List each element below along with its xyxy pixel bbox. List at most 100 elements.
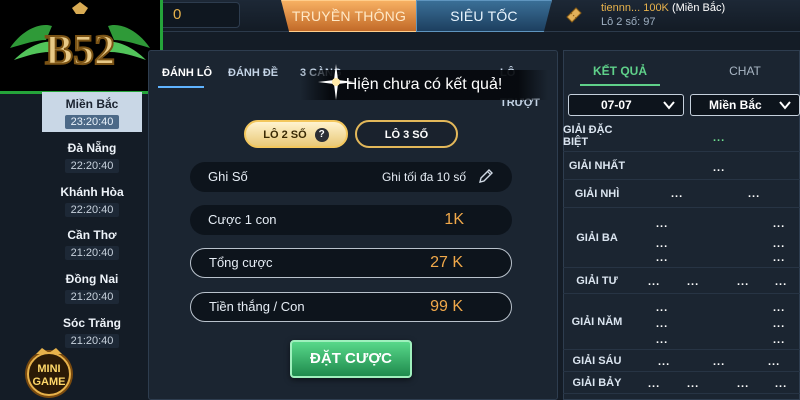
cuoc-label: Cược 1 con <box>208 212 277 227</box>
prize-value: ... <box>713 162 726 174</box>
prize-value: ... <box>713 132 726 144</box>
date-select[interactable]: 07-07 <box>568 94 684 116</box>
prize-label: GIẢI BẢY <box>572 376 622 389</box>
user-line2: Lô 2 số: 97 <box>601 16 656 28</box>
active-tab-indicator <box>158 86 204 88</box>
minigame-button[interactable]: MINI GAME <box>14 344 84 400</box>
prize-value: ... <box>648 378 661 390</box>
prize-value: ... <box>656 318 669 330</box>
province-name: Cần Thơ <box>67 228 117 242</box>
prize-value: ... <box>687 276 700 288</box>
cuoc-value: 1K <box>444 211 464 228</box>
prize-row: GIẢI NHẤT... <box>563 152 800 180</box>
prize-value: ... <box>687 378 700 390</box>
minigame-line1: MINI <box>37 363 60 375</box>
total-bet-field: Tổng cược 27 K <box>190 248 512 278</box>
province-item-dong-nai[interactable]: Đồng Nai 21:20:40 <box>42 267 142 307</box>
prize-row: GIẢI BẢY............ <box>563 372 800 394</box>
province-list: Miền Bắc 23:20:40 Đà Nẵng 22:20:40 Khánh… <box>42 92 142 348</box>
results-table: GIẢI ĐẶC BIỆT... GIẢI NHẤT... GIẢI NHÌ....… <box>563 120 800 400</box>
tab-ket-qua[interactable]: KẾT QUẢ <box>580 58 660 84</box>
date-value: 07-07 <box>601 98 632 112</box>
tab-truyen-thong[interactable]: TRUYỀN THÔNG <box>281 0 417 32</box>
prize-value: ... <box>648 276 661 288</box>
province-time: 23:20:40 <box>64 115 120 129</box>
user-amount: 100K <box>643 2 669 14</box>
prize-value: ... <box>773 252 786 264</box>
province-name: Đồng Nai <box>65 272 119 286</box>
province-name: Miền Bắc <box>65 97 119 111</box>
prize-label: GIẢI BA <box>576 231 618 244</box>
minigame-line2: GAME <box>33 376 66 388</box>
region-select[interactable]: Miền Bắc <box>690 94 800 116</box>
prize-value: ... <box>773 334 786 346</box>
province-item-mien-bac[interactable]: Miền Bắc 23:20:40 <box>42 92 142 132</box>
province-name: Khánh Hòa <box>60 185 124 199</box>
chevron-down-icon <box>663 101 675 110</box>
province-time: 22:20:40 <box>64 203 120 217</box>
province-name: Đà Nẵng <box>67 141 117 155</box>
user-name: tiennn... <box>601 2 641 14</box>
balance-display: 0 <box>160 2 240 28</box>
prize-row: GIẢI NHÌ...... <box>563 180 800 208</box>
logo-image: B52 <box>10 2 150 75</box>
prize-row: GIẢI SÁU......... <box>563 350 800 372</box>
mode-lo-2-so-label: LÔ 2 SỐ <box>263 129 307 141</box>
province-time: 21:20:40 <box>64 290 120 304</box>
prize-value: ... <box>737 276 750 288</box>
prize-value: ... <box>773 238 786 250</box>
prize-label: GIẢI NĂM <box>571 315 623 328</box>
province-item-da-nang[interactable]: Đà Nẵng 22:20:40 <box>42 136 142 176</box>
ghi-so-placeholder: Ghi tối đa 10 số <box>381 170 466 184</box>
number-input-field[interactable]: Ghi Số Ghi tối đa 10 số <box>190 162 512 192</box>
tab-danh-lo[interactable]: ĐÁNH LÔ <box>162 58 212 88</box>
user-line1: tiennn... 100K (Miền Bắc) <box>601 1 725 15</box>
results-tab-indicator <box>580 84 660 86</box>
tong-label: Tổng cược <box>209 255 273 270</box>
thang-label: Tiền thắng / Con <box>209 299 305 314</box>
province-item-khanh-hoa[interactable]: Khánh Hòa 22:20:40 <box>42 180 142 220</box>
prize-value: ... <box>775 378 788 390</box>
prize-value: ... <box>658 356 671 368</box>
logo-text: B52 <box>45 28 115 74</box>
prize-value: ... <box>775 276 788 288</box>
province-item-can-tho[interactable]: Cần Thơ 21:20:40 <box>42 223 142 263</box>
prize-value: ... <box>737 378 750 390</box>
ticket-icon[interactable] <box>565 6 583 24</box>
prize-value: ... <box>656 218 669 230</box>
prize-value: ... <box>656 238 669 250</box>
bet-per-number-field[interactable]: Cược 1 con 1K <box>190 205 512 235</box>
sparkle-icon <box>318 64 354 100</box>
win-per-number-field: Tiền thắng / Con 99 K <box>190 292 512 322</box>
prize-value: ... <box>671 188 684 200</box>
prize-value: ... <box>768 356 781 368</box>
prize-value: ... <box>656 252 669 264</box>
mode-lo-3-so[interactable]: LÔ 3 SỐ <box>355 120 458 148</box>
prize-row: GIẢI NĂM.................. <box>563 294 800 350</box>
prize-row: GIẢI ĐẶC BIỆT... <box>563 120 800 152</box>
user-info: tiennn... 100K (Miền Bắc) Lô 2 số: 97 <box>601 1 725 29</box>
prize-value: ... <box>656 334 669 346</box>
province-time: 22:20:40 <box>64 159 120 173</box>
ghi-so-label: Ghi Số <box>208 169 248 184</box>
thang-value: 99 K <box>430 298 463 315</box>
prize-value: ... <box>713 356 726 368</box>
tab-sieu-toc[interactable]: SIÊU TỐC <box>416 0 552 32</box>
chevron-down-icon <box>779 101 791 110</box>
pencil-icon[interactable] <box>478 168 494 184</box>
prize-row: GIẢI BA.................. <box>563 208 800 268</box>
prize-label: GIẢI SÁU <box>572 354 622 367</box>
prize-label: GIẢI TƯ <box>576 274 618 287</box>
prize-value: ... <box>773 218 786 230</box>
place-bet-button[interactable]: ĐẶT CƯỢC <box>290 340 412 378</box>
user-region: (Miền Bắc) <box>671 2 726 14</box>
region-value: Miền Bắc <box>709 98 762 112</box>
prize-value: ... <box>656 302 669 314</box>
mode-lo-2-so[interactable]: LÔ 2 SỐ? <box>244 120 348 148</box>
tab-chat[interactable]: CHAT <box>710 58 780 84</box>
prize-label: GIẢI NHÌ <box>574 187 620 200</box>
prize-label: GIẢI NHẤT <box>568 159 626 172</box>
b52-logo: B52 <box>0 0 163 94</box>
help-icon[interactable]: ? <box>314 128 329 143</box>
tab-danh-de[interactable]: ĐÁNH ĐỀ <box>228 58 278 88</box>
